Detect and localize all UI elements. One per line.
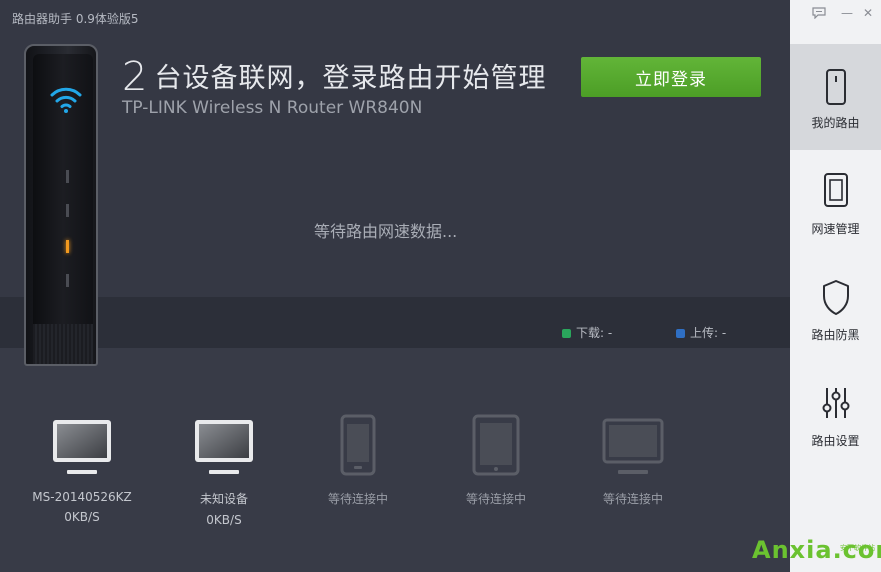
close-button[interactable]: ✕: [859, 4, 877, 22]
tablet-frame-icon: [824, 173, 848, 207]
sidebar-item-anti-hack[interactable]: 路由防黑: [790, 256, 881, 362]
page-title: 2 台设备联网，登录路由开始管理: [122, 54, 546, 100]
upload-legend: 上传: -: [676, 324, 726, 341]
tablet-icon: [472, 414, 520, 476]
upload-label: 上传: -: [690, 326, 727, 340]
device-slot-pending: 等待连接中: [298, 414, 418, 507]
device-name: MS-20140526KZ: [32, 490, 132, 504]
sidebar-item-speed-management[interactable]: 网速管理: [790, 150, 881, 256]
download-legend: 下载: -: [562, 324, 612, 341]
status-led: [66, 170, 69, 183]
router-icon: [826, 69, 846, 105]
monitor-icon: [53, 420, 111, 474]
feedback-button[interactable]: [810, 4, 828, 22]
device-speed: 0KB/S: [206, 513, 242, 527]
device-item[interactable]: 未知设备 0KB/S: [164, 414, 284, 527]
shield-icon: [823, 280, 849, 315]
headline-text: 台设备联网，登录路由开始管理: [154, 63, 547, 94]
status-led-active: [66, 240, 69, 253]
sidebar-item-label: 路由防黑: [811, 328, 860, 342]
wifi-icon: [50, 87, 82, 113]
sliders-icon: [822, 388, 850, 418]
device-count: 2: [122, 54, 149, 100]
device-name: 等待连接中: [602, 492, 663, 506]
device-name: 等待连接中: [327, 492, 388, 506]
device-name: 等待连接中: [465, 492, 526, 506]
device-name: 未知设备: [199, 492, 248, 506]
device-slot-pending: 等待连接中: [436, 414, 556, 507]
device-item[interactable]: MS-20140526KZ 0KB/S: [22, 414, 142, 524]
phone-icon: [340, 414, 376, 476]
minimize-button[interactable]: —: [838, 4, 856, 22]
window-title: 路由器助手 0.9体验版5: [12, 12, 139, 26]
router-illustration: [24, 44, 98, 368]
monitor-icon: [195, 420, 253, 474]
main-panel: 路由器助手 0.9体验版5 2 台设备联网，登录路由开始管理 TP-LINK W…: [0, 0, 790, 572]
waiting-status: 等待路由网速数据...: [314, 222, 458, 241]
device-slot-pending: 等待连接中: [573, 414, 693, 507]
router-base-grille: [33, 324, 93, 364]
sidebar-nav: — ✕ 我的路由 网速管理 路由防黑 路由设置: [790, 0, 881, 572]
speed-stats-band: [0, 297, 790, 348]
sidebar-item-router-settings[interactable]: 路由设置: [790, 362, 881, 468]
router-body: [24, 44, 98, 366]
window-controls: — ✕: [790, 0, 881, 28]
download-color-swatch: [562, 329, 571, 338]
device-speed: 0KB/S: [64, 510, 100, 524]
sidebar-item-my-router[interactable]: 我的路由: [790, 44, 881, 150]
sidebar-item-label: 网速管理: [811, 222, 860, 236]
status-led: [66, 274, 69, 287]
router-model: TP-LINK Wireless N Router WR840N: [122, 98, 423, 118]
sidebar-item-label: 路由设置: [811, 434, 860, 448]
watermark-subtext: 安下软件站: [840, 544, 875, 552]
sidebar-item-label: 我的路由: [811, 116, 860, 130]
router-front-panel: [33, 54, 93, 324]
upload-color-swatch: [676, 329, 685, 338]
monitor-icon: [602, 418, 664, 474]
download-label: 下载: -: [576, 326, 613, 340]
router-assistant-window: 路由器助手 0.9体验版5 2 台设备联网，登录路由开始管理 TP-LINK W…: [0, 0, 881, 572]
chat-bubble-icon: [812, 7, 826, 20]
status-led: [66, 204, 69, 217]
login-button[interactable]: 立即登录: [581, 57, 761, 97]
